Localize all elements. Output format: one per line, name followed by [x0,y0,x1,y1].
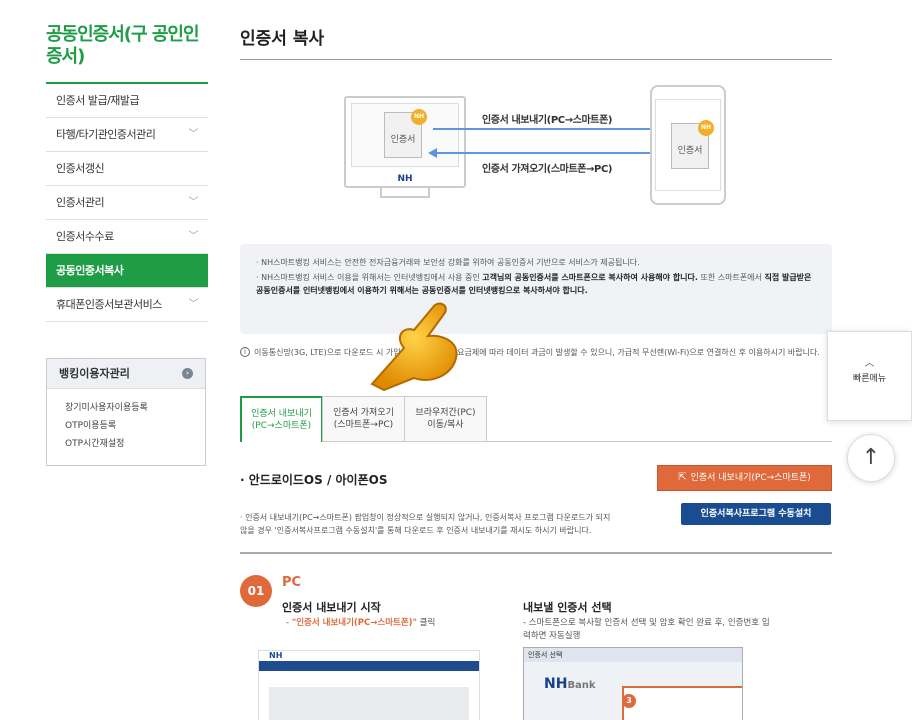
tab-label-line2: (PC→스마트폰) [251,421,312,431]
scroll-top-button[interactable]: ↑ [847,434,895,482]
screenshot-content [269,687,469,720]
window-title: 인증서 선택 [524,648,742,662]
banking-user-link[interactable]: OTP이용등록 [65,417,205,435]
step-label: PC [282,575,302,590]
sub1-suffix: 클릭 [416,618,436,628]
arrow-left-icon [428,148,437,158]
banking-user-box-title: 뱅킹이용자관리 [59,367,130,380]
pc-monitor: NH 인증서 NH [344,96,466,188]
sidebar-item[interactable]: 인증서 발급/재발급 [46,84,208,118]
export-certificate-button[interactable]: ⇱ 인증서 내보내기(PC→스마트폰) [657,465,832,491]
export-arrow-line [433,128,653,130]
tab-label-line2: (스마트폰→PC) [333,420,394,430]
chevron-down-icon: ﹀ [188,197,199,208]
step-sub2-title: 내보낼 인증서 선택 [523,601,612,614]
copy-tabs: 인증서 내보내기 (PC→스마트폰) 인증서 가져오기 (스마트폰→PC) 브라우저간(… [240,396,832,442]
sidebar-item-label: 공동인증서복사 [56,264,124,277]
sidebar-title: 공동인증서(구 공인인증서) [46,24,200,67]
nh-ribbon-icon: NH [411,109,427,125]
sidebar-item-label: 인증서수수료 [56,230,114,243]
step-badge: 3 [622,694,636,708]
import-label: 인증서 가져오기(스마트폰→PC) [482,164,613,175]
step-number: 01 [240,575,272,607]
sidebar-item-label: 인증서관리 [56,196,105,209]
cert-select-panel [622,686,742,720]
tab-label-line1: 인증서 가져오기 [333,408,394,418]
import-arrow-line [437,152,657,154]
notice-text: · NH스마트뱅킹 서비스 이용을 위해서는 인터넷뱅킹에서 사용 중인 [256,273,483,282]
pc-brand: NH [397,174,413,184]
quick-menu[interactable]: ︿ 빠른메뉴 [827,331,912,421]
sidebar: 공동인증서(구 공인인증서) 인증서 발급/재발급 타행/타기관인증서관리 ﹀ 인증서… [46,0,208,466]
sub1-highlight: "인증서 내보내기(PC→스마트폰)" [291,618,417,628]
banking-user-box: 뱅킹이용자관리 › 장기미사용자이용등록 OTP이용등록 OTP시간재설정 [46,358,206,466]
nh-bank-logo: NHBank [544,676,596,692]
sidebar-item[interactable]: 인증서수수료 ﹀ [46,220,208,254]
sidebar-item[interactable]: 공동인증서복사 [46,254,208,288]
smartphone: NH 인증서 [650,85,726,205]
notice-line-1: · NH스마트뱅킹 서비스는 안전한 전자금융거래와 보안성 강화를 위하여 공… [256,258,640,267]
section-title: · 안드로이드OS / 아이폰OS [240,473,388,487]
tab-label-line1: 브라우저간(PC) [415,408,476,418]
main-content: 인증서 복사 NH 인증서 NH 인증서 내보내기(PC→스마트폰) 인증서 가… [240,0,832,537]
chevron-down-icon: ﹀ [188,231,199,242]
chevron-down-icon: ﹀ [188,129,199,140]
copy-tab[interactable]: 인증서 내보내기 (PC→스마트폰) [240,396,323,442]
export-label: 인증서 내보내기(PC→스마트폰) [482,115,613,126]
banking-user-box-header[interactable]: 뱅킹이용자관리 › [47,359,205,389]
sidebar-menu: 인증서 발급/재발급타행/타기관인증서관리 ﹀ 인증서갱신인증서관리 ﹀ 인증서수수료 ﹀… [46,84,208,322]
info-icon: i [240,347,250,357]
banking-user-link[interactable]: 장기미사용자이용등록 [65,399,205,417]
banking-user-link[interactable]: OTP시간재설정 [65,435,205,453]
sidebar-item-label: 인증서갱신 [56,162,105,175]
section-divider [240,552,832,554]
banking-user-links: 장기미사용자이용등록 OTP이용등록 OTP시간재설정 [47,389,205,465]
chevron-down-icon: ﹀ [188,299,199,310]
screenshot-cert-select: 인증서 선택 NHBank 3 [523,647,743,720]
tab-label-line2: 이동/복사 [427,420,464,430]
external-link-icon: ⇱ [678,472,687,483]
brand-text: NH [544,676,568,692]
hand-pointer-icon [370,302,458,391]
certificate-label: 인증서 [390,135,416,145]
nh-ribbon-icon: NH [698,120,714,136]
page-title: 인증서 복사 [240,0,832,60]
copy-tab[interactable]: 인증서 가져오기 (스마트폰→PC) [322,396,405,442]
screenshot-nav-bar [259,661,479,671]
notice-text: 또한 스마트폰에서 [697,273,765,282]
step-sub1-desc: - "인증서 내보내기(PC→스마트폰)" 클릭 [286,617,435,630]
arrow-up-icon: ↑ [861,445,881,470]
manual-install-button[interactable]: 인증서복사프로그램 수동설치 [681,503,831,525]
chevron-right-icon[interactable]: › [182,368,193,379]
tab-label-line1: 인증서 내보내기 [251,409,312,419]
step-sub1-title: 인증서 내보내기 시작 [282,601,381,614]
sidebar-item-label: 인증서 발급/재발급 [56,94,140,107]
info-text: 이동통신망(3G, LTE)으로 다운로드 시 가입하신 이동통신사 요금제에 … [254,348,820,357]
sidebar-item-label: 휴대폰인증서보관서비스 [56,298,162,311]
screenshot-internet-banking: NH [258,650,480,720]
sidebar-item-label: 타행/타기관인증서관리 [56,128,156,141]
pc-stand [380,188,430,198]
sidebar-item[interactable]: 휴대폰인증서보관서비스 ﹀ [46,288,208,322]
brand-sub-text: Bank [567,680,596,691]
phone-certificate-label: 인증서 [677,146,703,156]
copy-tab[interactable]: 브라우저간(PC) 이동/복사 [404,396,487,442]
sidebar-item[interactable]: 타행/타기관인증서관리 ﹀ [46,118,208,152]
step-sub2-desc: - 스마트폰으로 복사할 인증서 선택 및 암호 확인 완료 후, 인증번호 입… [523,618,770,641]
data-charge-info: i 이동통신망(3G, LTE)으로 다운로드 시 가입하신 이동통신사 요금제… [240,346,832,374]
sidebar-item[interactable]: 인증서관리 ﹀ [46,186,208,220]
notice-line-2: · NH스마트뱅킹 서비스 이용을 위해서는 인터넷뱅킹에서 사용 중인 고객님… [256,271,816,297]
os-section-header: · 안드로이드OS / 아이폰OS ⇱ 인증서 내보내기(PC→스마트폰) [240,465,832,501]
section-description: · 인증서 내보내기(PC→스마트폰) 팝업창이 정상적으로 실행되지 않거나,… [240,513,611,535]
notice-emphasis: 고객님의 공동인증서를 스마트폰으로 복사하여 사용해야 합니다. [482,273,698,282]
notice-box: · NH스마트뱅킹 서비스는 안전한 전자금융거래와 보안성 강화를 위하여 공… [240,244,832,334]
certificate-icon: NH 인증서 [384,109,427,158]
copy-illustration: NH 인증서 NH 인증서 내보내기(PC→스마트폰) 인증서 가져오기(스마트… [240,85,832,235]
quick-menu-label: 빠른메뉴 [852,374,887,384]
chevron-up-icon: ︿ [864,358,875,369]
nh-logo: NH [269,651,283,660]
sidebar-item[interactable]: 인증서갱신 [46,152,208,186]
export-button-label: 인증서 내보내기(PC→스마트폰) [690,473,811,483]
phone-certificate-icon: NH 인증서 [671,120,714,169]
